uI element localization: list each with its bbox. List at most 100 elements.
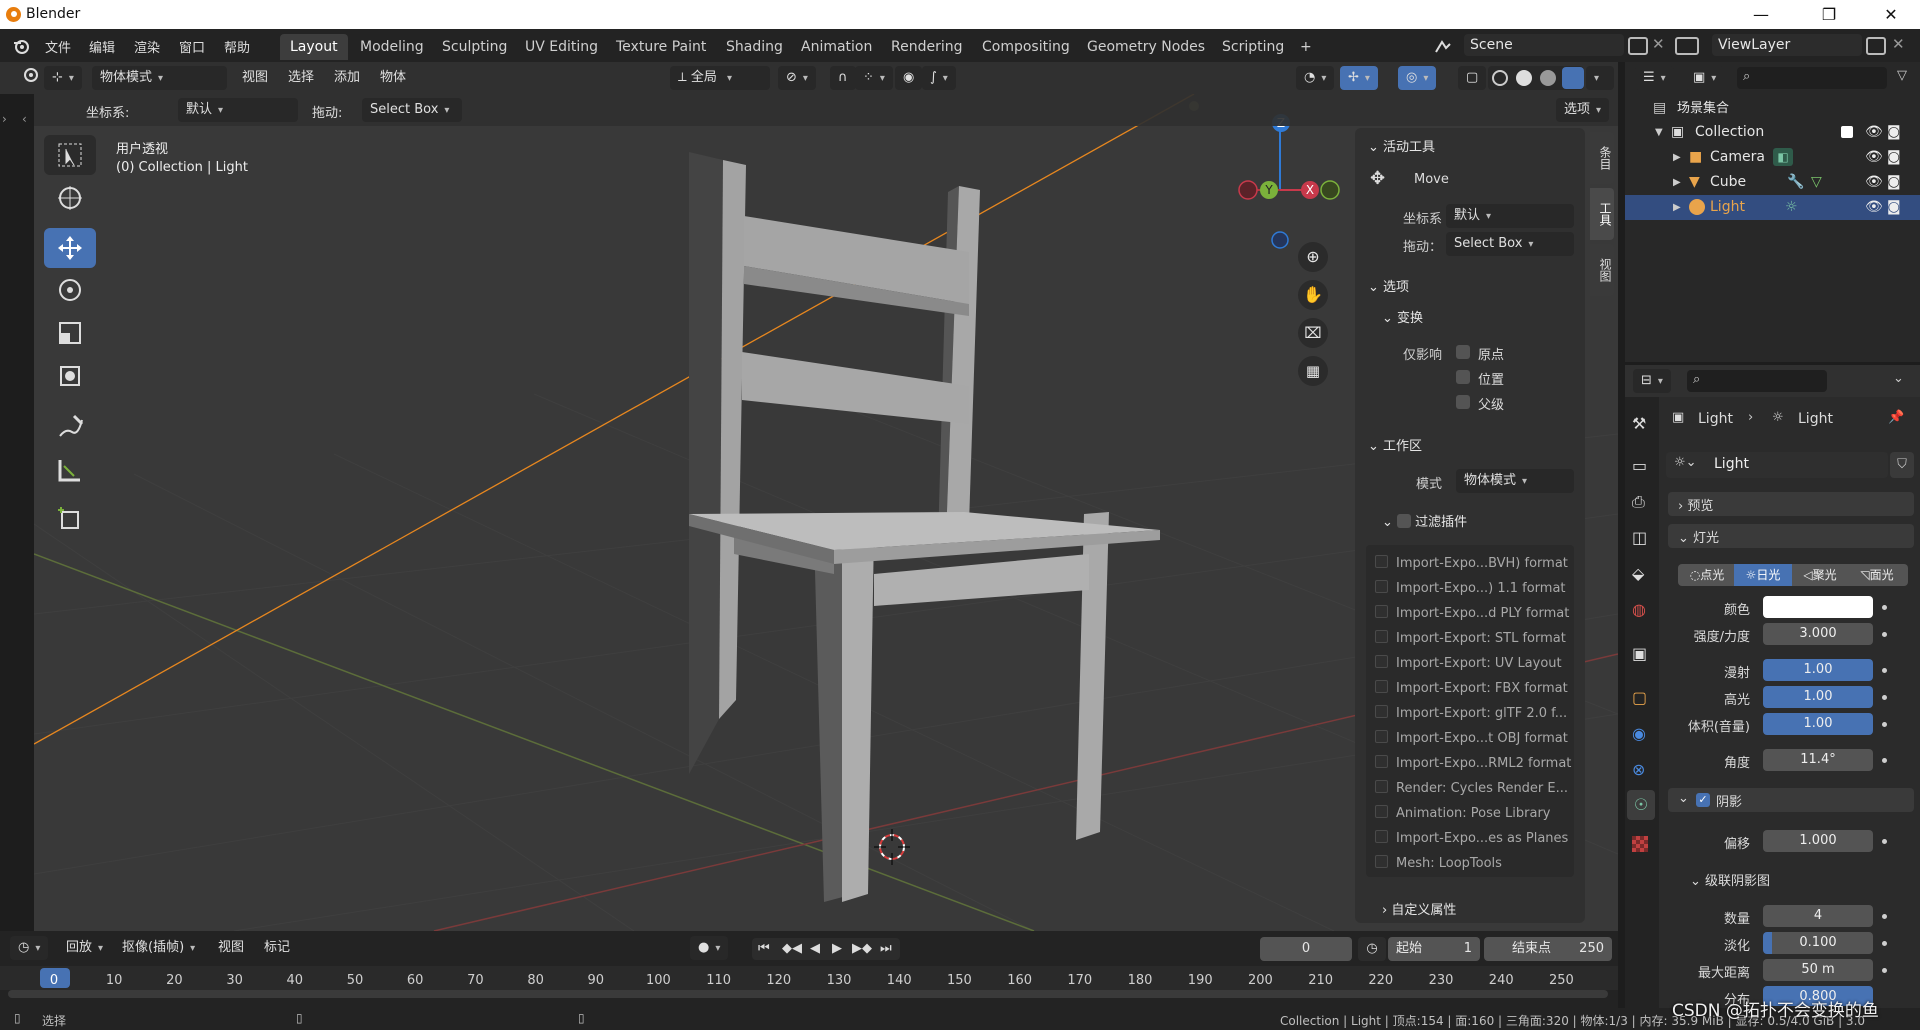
perspective-toggle-icon[interactable]: ▦ xyxy=(1298,356,1328,386)
keyframe-dot[interactable] xyxy=(1882,941,1887,946)
point-light-button[interactable]: ◌点光 xyxy=(1680,566,1734,584)
editor-type-icon[interactable] xyxy=(14,66,40,90)
tab-geometry-nodes[interactable]: Geometry Nodes xyxy=(1077,34,1215,60)
tool-cursor[interactable] xyxy=(44,178,96,218)
physics-tab-icon[interactable]: ◉ xyxy=(1632,724,1646,743)
timeline-view-menu[interactable]: 视图 xyxy=(210,936,252,960)
view-layer-field[interactable]: ViewLayer xyxy=(1712,34,1862,56)
options-panel-header[interactable]: ⌄ 选项 xyxy=(1368,276,1409,295)
camera-expand-icon[interactable]: ▶ xyxy=(1673,145,1681,170)
tool-transform[interactable] xyxy=(44,356,96,396)
outliner-cube-row[interactable]: ▶ ▼ Cube 🔧 ▽ 👁 ◙ xyxy=(1625,170,1920,195)
auto-keying-toggle-icon[interactable]: ● xyxy=(690,936,729,960)
close-window-button[interactable]: ✕ xyxy=(1868,0,1914,29)
bias-field[interactable]: 1.000 xyxy=(1763,830,1873,852)
zoom-icon[interactable]: ⊕ xyxy=(1298,242,1328,272)
addon-item[interactable]: Import-Export: UV Layout xyxy=(1375,655,1562,671)
parents-checkbox[interactable] xyxy=(1456,395,1470,409)
outliner-collection-row[interactable]: ▼ ▣ Collection 👁 ◙ xyxy=(1625,120,1920,145)
cascade-subpanel-header[interactable]: ⌄ 级联阴影图 xyxy=(1690,870,1770,889)
camera-view-icon[interactable]: ⌧ xyxy=(1298,318,1328,348)
object-tab-icon[interactable]: ▢ xyxy=(1632,688,1647,707)
snap-toggle-icon[interactable]: ∩ xyxy=(830,66,856,90)
outliner-root-row[interactable]: ▤ 场景集合 xyxy=(1625,96,1920,121)
addon-item[interactable]: Render: Cycles Render E... xyxy=(1375,780,1568,796)
constraints-tab-icon[interactable]: ⊗ xyxy=(1632,760,1645,779)
playback-menu[interactable]: 回放 xyxy=(58,936,111,960)
pivot-point-selector[interactable]: ⊘ xyxy=(778,66,816,90)
light-data-tab-icon[interactable]: ☉ xyxy=(1627,790,1655,820)
collection-exclude-checkbox[interactable] xyxy=(1841,126,1853,138)
eye-icon[interactable]: 👁 xyxy=(1865,195,1883,220)
options-menu[interactable]: 选项 xyxy=(1556,98,1610,122)
shading-options-icon[interactable] xyxy=(1586,66,1614,90)
outliner-light-row[interactable]: ▶ Light ☼ 👁 ◙ xyxy=(1625,195,1920,220)
light-datablock-selector[interactable]: ☼⌄ Light xyxy=(1666,452,1888,478)
play-reverse-icon[interactable]: ◀ xyxy=(810,938,820,960)
gizmo-y-axis[interactable]: Y xyxy=(1260,181,1278,199)
properties-editor-type-icon[interactable]: ⊟ xyxy=(1633,369,1671,393)
maximize-button[interactable]: ❐ xyxy=(1806,0,1852,29)
addon-item[interactable]: Import-Expo...BVH) format xyxy=(1375,555,1568,571)
tab-modeling[interactable]: Modeling xyxy=(350,34,434,60)
np-drag-selector[interactable]: Select Box xyxy=(1446,232,1574,256)
new-scene-icon[interactable] xyxy=(1628,37,1648,55)
tool-select-box[interactable] xyxy=(44,135,96,175)
transform-orientation-selector[interactable]: ⟂ 全局 xyxy=(670,66,770,90)
light-panel-header[interactable]: ⌄ 灯光 xyxy=(1668,524,1914,548)
navigation-gizmo[interactable] xyxy=(1238,126,1340,249)
mode-selector[interactable]: 物体模式 xyxy=(92,66,227,90)
np-tab-item[interactable]: 条目 xyxy=(1590,132,1614,184)
transform-gizmo-toggle[interactable]: ⊹ xyxy=(44,66,82,90)
keyframe-dot[interactable] xyxy=(1882,632,1887,637)
preview-range-icon[interactable]: ◷ xyxy=(1358,937,1386,961)
eye-icon[interactable]: 👁 xyxy=(1865,170,1883,195)
light-expand-icon[interactable]: ▶ xyxy=(1673,195,1681,220)
specular-slider[interactable]: 1.00 xyxy=(1763,686,1873,708)
view-layer-tab-icon[interactable]: ◫ xyxy=(1632,528,1647,547)
menu-file[interactable]: 文件 xyxy=(45,37,71,56)
keyframe-dot[interactable] xyxy=(1882,914,1887,919)
preview-panel-header[interactable]: › 预览 xyxy=(1668,492,1914,516)
overlay-toggle-icon[interactable]: ◎ xyxy=(1398,66,1437,90)
prev-keyframe-icon[interactable]: ◆◀ xyxy=(782,938,802,960)
ws-mode-selector[interactable]: 物体模式 xyxy=(1456,469,1574,493)
next-keyframe-icon[interactable]: ▶◆ xyxy=(852,938,872,960)
cube-expand-icon[interactable]: ▶ xyxy=(1673,170,1681,195)
diffuse-slider[interactable]: 1.00 xyxy=(1763,659,1873,681)
tab-texture-paint[interactable]: Texture Paint xyxy=(606,34,716,60)
tab-compositing[interactable]: Compositing xyxy=(972,34,1080,60)
keyframe-dot[interactable] xyxy=(1882,605,1887,610)
tool-scale[interactable] xyxy=(44,313,96,353)
np-tab-tool[interactable]: 工具 xyxy=(1590,188,1614,240)
filter-addons-checkbox[interactable] xyxy=(1397,514,1412,528)
spot-light-button[interactable]: ◁聚光 xyxy=(1792,566,1848,584)
scene-name-field[interactable]: Scene xyxy=(1464,34,1624,56)
area-light-button[interactable]: ◹面光 xyxy=(1848,566,1906,584)
keyframe-dot[interactable] xyxy=(1882,758,1887,763)
strength-field[interactable]: 3.000 xyxy=(1763,623,1873,645)
np-coord-selector[interactable]: 默认 xyxy=(1446,204,1574,228)
tab-sculpting[interactable]: Sculpting xyxy=(432,34,517,60)
tab-shading[interactable]: Shading xyxy=(716,34,793,60)
tool-move[interactable] xyxy=(44,228,96,268)
custom-props-header[interactable]: › 自定义属性 xyxy=(1382,899,1456,918)
wireframe-shading-icon[interactable] xyxy=(1492,70,1508,86)
timeline-editor-type-icon[interactable]: ◷ xyxy=(10,936,49,960)
visibility-selector-icon[interactable]: ◔ xyxy=(1296,66,1335,90)
minimize-button[interactable]: — xyxy=(1738,0,1784,29)
addon-item[interactable]: Animation: Pose Library xyxy=(1375,805,1550,821)
scene-tab-icon[interactable]: ⬙ xyxy=(1632,564,1644,583)
proportional-edit-icon[interactable]: ◉ xyxy=(895,66,923,90)
volume-slider[interactable]: 1.00 xyxy=(1763,713,1873,735)
snap-target-selector[interactable]: ⁘ xyxy=(855,66,893,90)
menu-add[interactable]: 添加 xyxy=(326,66,368,90)
addon-item[interactable]: Import-Expo...t OBJ format xyxy=(1375,730,1568,746)
menu-view[interactable]: 视图 xyxy=(234,66,276,90)
menu-render[interactable]: 渲染 xyxy=(134,37,160,56)
active-tool-header[interactable]: ⌄ 活动工具 xyxy=(1368,136,1435,155)
origins-checkbox[interactable] xyxy=(1456,345,1470,359)
tool-tab-icon[interactable]: ⚒ xyxy=(1632,414,1646,433)
addon-item[interactable]: Import-Export: FBX format xyxy=(1375,680,1568,696)
camera-render-icon[interactable]: ◙ xyxy=(1887,120,1901,145)
